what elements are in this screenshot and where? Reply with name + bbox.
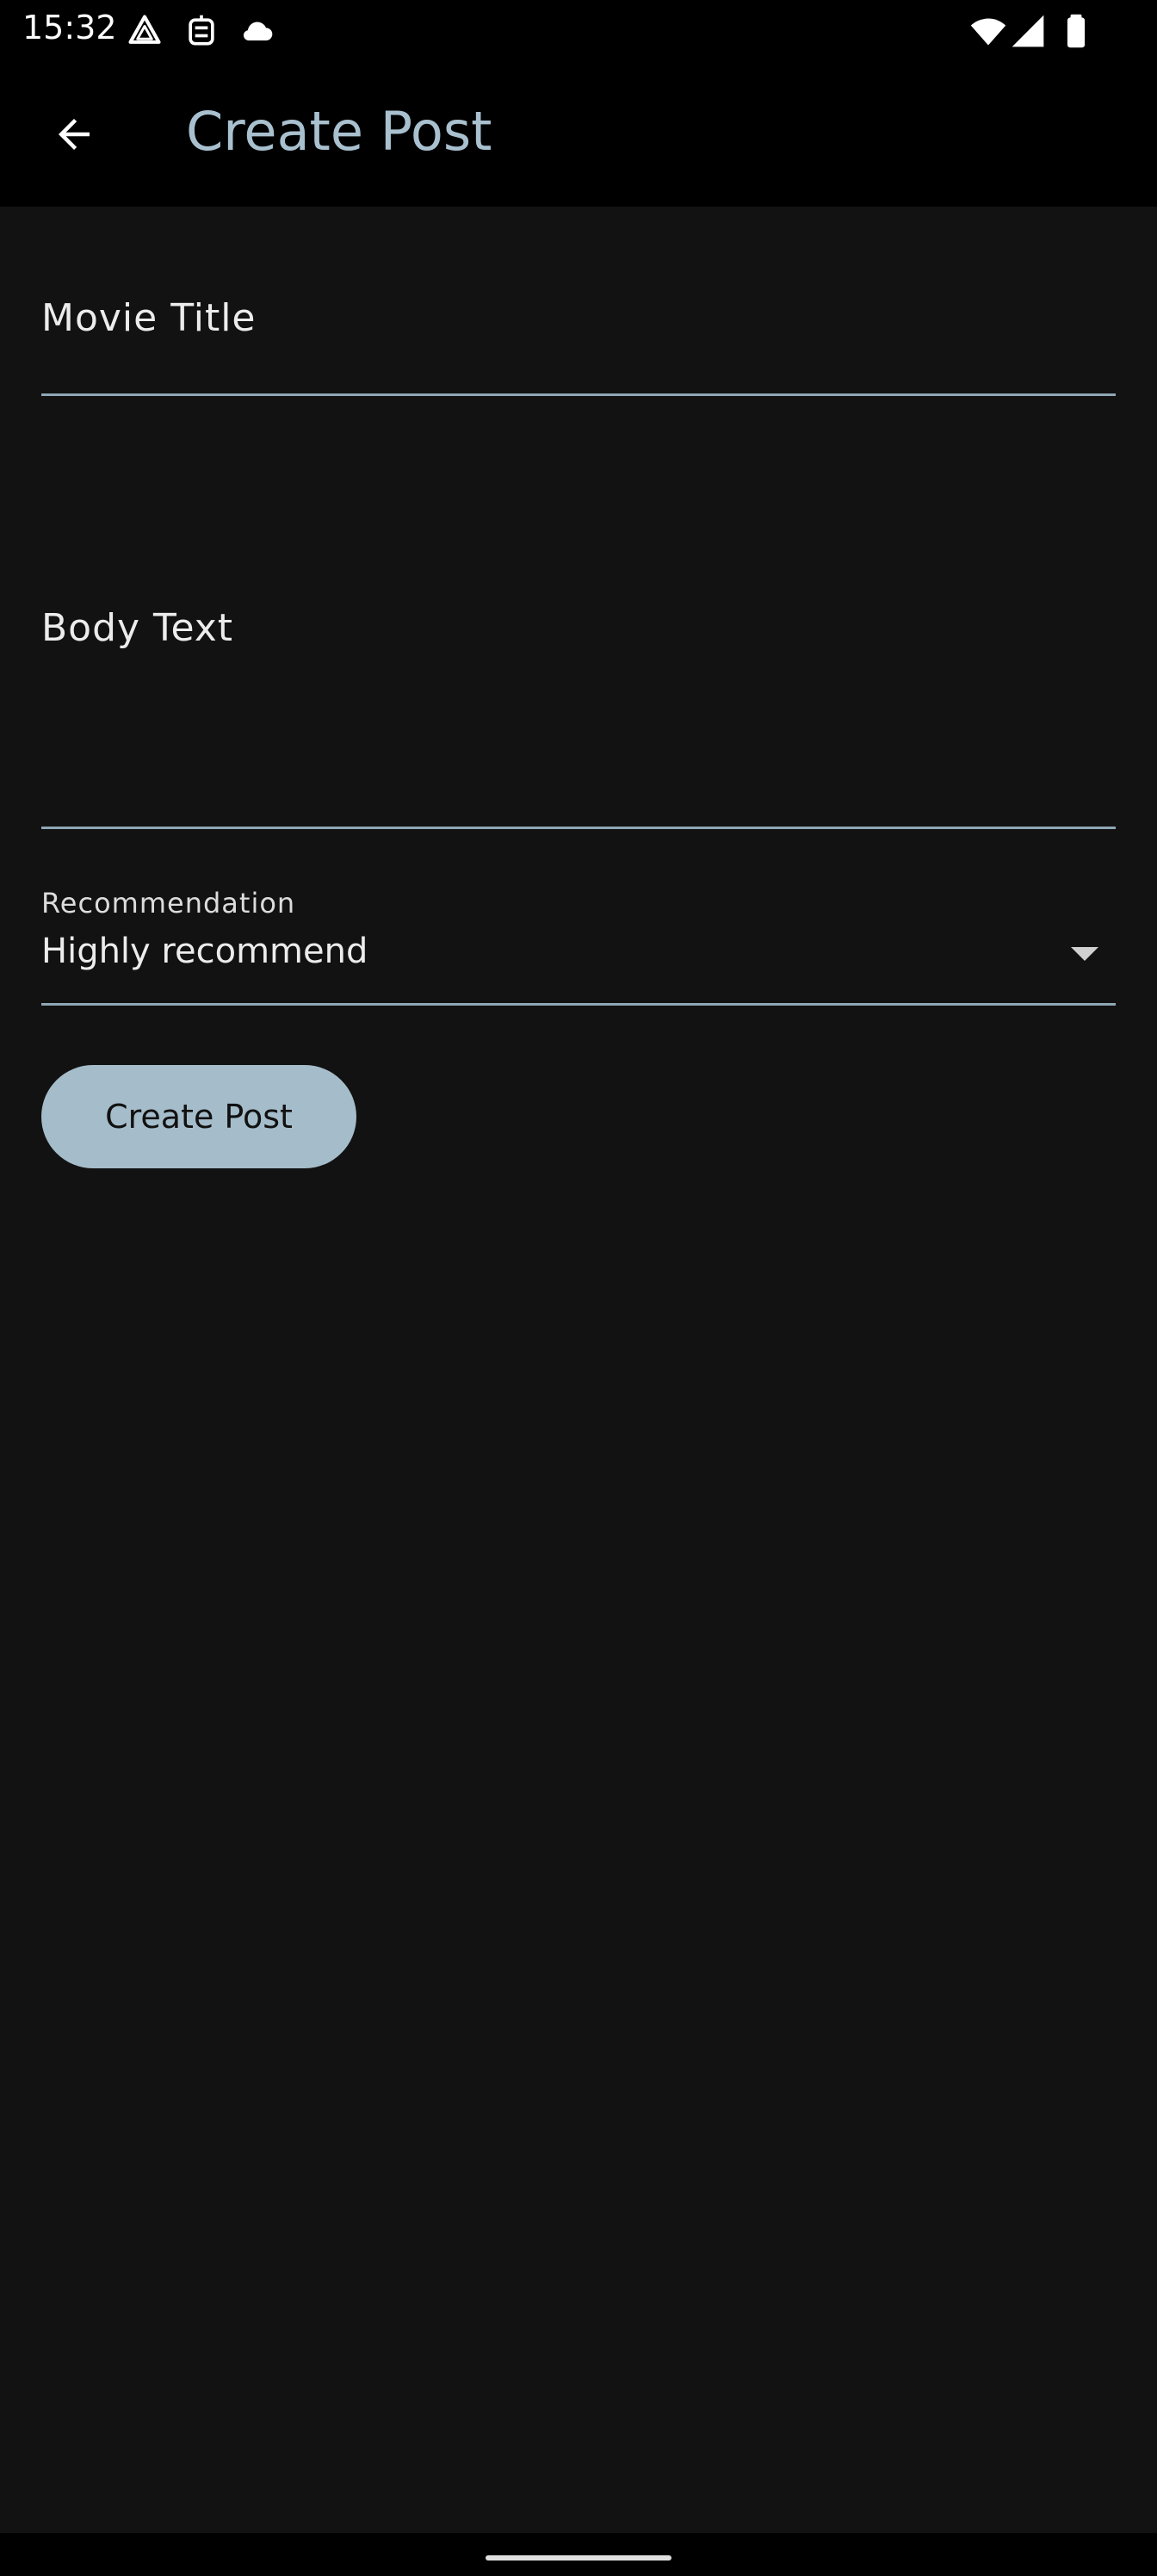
create-post-button[interactable]: Create Post	[41, 1065, 356, 1168]
body-text-input[interactable]	[41, 663, 1116, 813]
recommendation-dropdown[interactable]: Recommendation Highly recommend	[41, 887, 1116, 1006]
movie-title-input[interactable]	[41, 344, 1116, 389]
body-text-field[interactable]: Body Text	[41, 568, 1116, 829]
back-button[interactable]	[33, 93, 115, 176]
body-text-label: Body Text	[41, 606, 234, 650]
status-bar: 15:32	[0, 0, 1157, 62]
create-post-form: Movie Title Body Text Recommendation Hig…	[0, 207, 1157, 2533]
navigation-bar	[0, 2533, 1157, 2576]
page-title: Create Post	[186, 100, 492, 163]
movie-title-field[interactable]: Movie Title	[41, 258, 1116, 396]
battery-icon	[1067, 14, 1086, 48]
bot-icon	[189, 15, 214, 46]
recommendation-label: Recommendation	[41, 887, 296, 920]
wifi-icon	[970, 18, 1006, 46]
recommendation-selected-value: Highly recommend	[41, 932, 368, 971]
dropdown-arrow-icon	[1071, 947, 1098, 961]
movie-title-label: Movie Title	[41, 296, 257, 340]
signal-icon	[1012, 15, 1044, 47]
app-bar: Create Post	[0, 62, 1157, 207]
cloud-icon	[243, 22, 273, 40]
drive-icon	[128, 15, 161, 44]
arrow-back-icon	[59, 119, 90, 150]
gesture-handle[interactable]	[486, 2555, 671, 2561]
status-time: 15:32	[22, 9, 117, 46]
